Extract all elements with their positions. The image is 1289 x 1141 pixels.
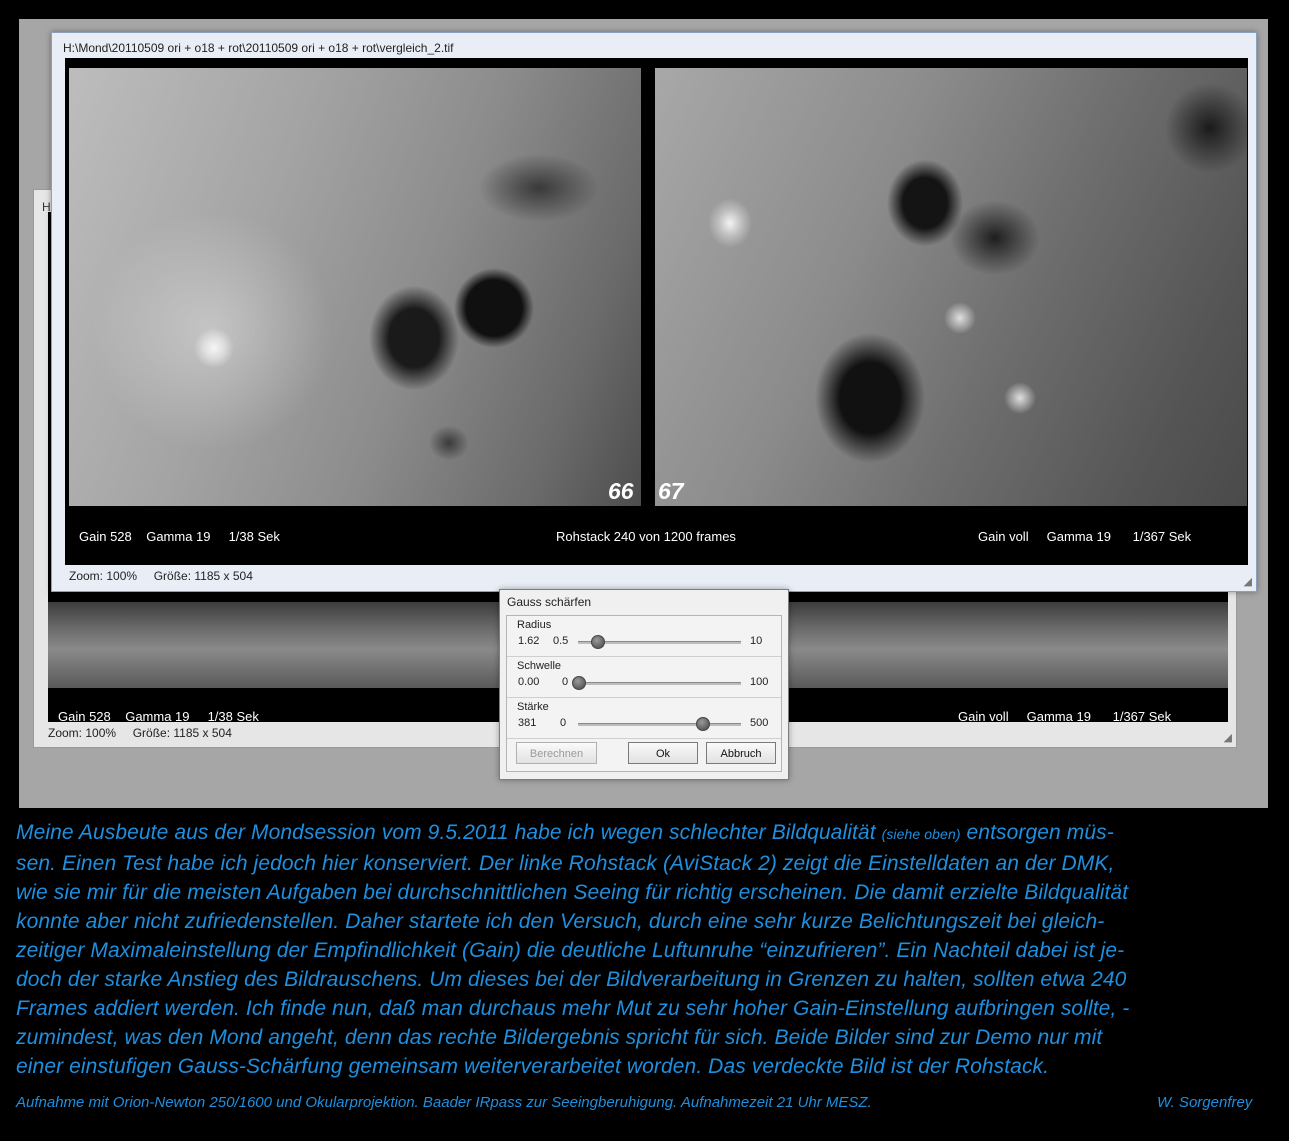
comparison-image-window[interactable]: H:\Mond\20110509 ori + o18 + rot\2011050… — [51, 32, 1257, 592]
radius-label: Radius — [517, 619, 552, 631]
schwelle-max: 100 — [750, 676, 769, 688]
caption-line: Frames addiert werden. Ich finde nun, da… — [16, 997, 1130, 1020]
author-credit: W. Sorgenfrey — [1157, 1094, 1253, 1111]
schwelle-value: 0.00 — [518, 676, 540, 688]
staerke-max: 500 — [750, 717, 769, 729]
caption-note: (siehe oben) — [881, 826, 961, 842]
moon-image-right — [655, 68, 1247, 506]
caption-line: doch der starke Anstieg des Bildrauschen… — [16, 968, 1127, 991]
caption-line: sen. Einen Test habe ich jedoch hier kon… — [16, 852, 1115, 875]
radius-min: 0.5 — [553, 635, 569, 647]
staerke-slider-track[interactable] — [578, 723, 741, 726]
dialog-title: Gauss schärfen — [507, 595, 592, 609]
staerke-slider-thumb[interactable] — [696, 717, 711, 731]
radius-value: 1.62 — [518, 635, 540, 647]
radius-slider-thumb[interactable] — [591, 635, 606, 649]
schwelle-slider-track[interactable] — [578, 682, 741, 685]
staerke-value: 381 — [518, 717, 537, 729]
radius-group: Radius 1.62 0.5 10 — [507, 616, 781, 657]
schwelle-min: 0 — [562, 676, 569, 688]
caption-text-run: Meine Ausbeute aus der Mondsession vom 9… — [16, 821, 882, 844]
caption-line: wie sie mir für die meisten Aufgaben bei… — [16, 881, 1129, 904]
abbruch-button[interactable]: Abbruch — [706, 742, 776, 764]
caption-text-run: entsorgen müs- — [960, 821, 1114, 844]
image-canvas: 66 67 Gain 528 Gamma 19 1/38 Sek Rohstac… — [65, 58, 1248, 565]
caption-line: einer einstufigen Gauss-Schärfung gemein… — [16, 1055, 1050, 1078]
exposure-info-left: Gain 528 Gamma 19 1/38 Sek — [79, 529, 280, 544]
staerke-min: 0 — [560, 717, 567, 729]
caption-line: zumindest, was den Mond angeht, denn das… — [16, 1026, 1103, 1049]
window-title: H:\Mond\20110509 ori + o18 + rot\2011050… — [63, 41, 454, 55]
caption-line: Meine Ausbeute aus der Mondsession vom 9… — [16, 818, 1278, 849]
frame-number-right: 67 — [658, 478, 684, 504]
resize-grip-icon[interactable]: ◢ — [1244, 575, 1252, 588]
frame-number-left: 66 — [608, 478, 634, 504]
caption-text: Meine Ausbeute aus der Mondsession vom 9… — [16, 818, 1278, 1081]
exposure-info-right: Gain voll Gamma 19 1/367 Sek — [978, 529, 1192, 544]
ok-button[interactable]: Ok — [628, 742, 698, 764]
equipment-footer: Aufnahme mit Orion-Newton 250/1600 und O… — [16, 1094, 872, 1111]
resize-grip-icon[interactable]: ◢ — [1224, 731, 1232, 744]
status-bar: Zoom: 100% Größe: 1185 x 504 — [48, 726, 232, 740]
stack-info: Rohstack 240 von 1200 frames — [556, 529, 736, 544]
radius-max: 10 — [750, 635, 763, 647]
exposure-info-left: Gain 528 Gamma 19 1/38 Sek — [58, 709, 259, 724]
moon-image-left — [69, 68, 641, 506]
staerke-label: Stärke — [517, 701, 549, 713]
exposure-info-right: Gain voll Gamma 19 1/367 Sek — [958, 709, 1172, 724]
dialog-body: Radius 1.62 0.5 10 Schwelle 0.00 0 100 S… — [506, 615, 782, 772]
schwelle-label: Schwelle — [517, 660, 562, 672]
gauss-sharpen-dialog: Gauss schärfen Radius 1.62 0.5 10 Schwel… — [499, 589, 789, 780]
status-bar: Zoom: 100% Größe: 1185 x 504 — [69, 569, 253, 583]
schwelle-group: Schwelle 0.00 0 100 — [507, 657, 781, 698]
staerke-group: Stärke 381 0 500 — [507, 698, 781, 739]
schwelle-slider-thumb[interactable] — [572, 676, 586, 690]
caption-line: zeitiger Maximaleinstellung der Empfindl… — [16, 939, 1125, 962]
berechnen-button[interactable]: Berechnen — [516, 742, 597, 764]
caption-line: konnte aber nicht zufriedenstellen. Dahe… — [16, 910, 1105, 933]
